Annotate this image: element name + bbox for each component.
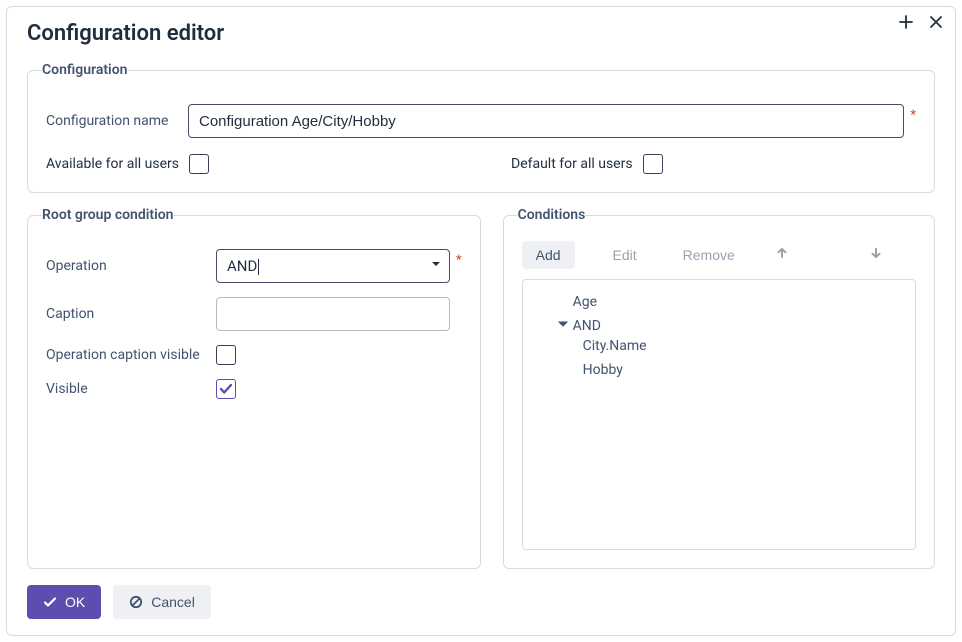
tree-item-city-name[interactable]: City.Name	[577, 334, 907, 358]
move-up-icon[interactable]	[773, 244, 791, 266]
configuration-panel: Configuration Configuration name * Avail…	[27, 62, 935, 193]
root-group-condition-panel: Root group condition Operation AND * Cap…	[27, 207, 481, 569]
required-star: *	[910, 108, 916, 123]
conditions-toolbar: Add Edit Remove	[522, 241, 916, 269]
cancel-button[interactable]: Cancel	[113, 585, 211, 619]
configuration-legend: Configuration	[42, 62, 127, 78]
default-all-users-checkbox[interactable]	[643, 154, 663, 174]
configuration-name-input[interactable]	[188, 104, 904, 138]
tree-item-hobby[interactable]: Hobby	[577, 358, 907, 382]
tree-item-age[interactable]: Age	[551, 290, 907, 314]
available-all-users-checkbox[interactable]	[189, 154, 209, 174]
dialog-footer: OK Cancel	[27, 585, 935, 619]
op-caption-visible-label: Operation caption visible	[46, 347, 216, 363]
required-star: *	[456, 253, 462, 268]
dialog-title: Configuration editor	[27, 21, 224, 46]
expander-icon[interactable]	[557, 318, 569, 334]
ok-button-label: OK	[65, 594, 85, 610]
conditions-panel: Conditions Add Edit Remove Age	[503, 207, 935, 569]
caption-label: Caption	[46, 306, 216, 322]
visible-checkbox[interactable]	[216, 379, 236, 399]
configuration-editor-dialog: Configuration editor Configuration Confi…	[6, 6, 956, 636]
ok-button[interactable]: OK	[27, 585, 101, 619]
configuration-name-label: Configuration name	[46, 113, 188, 129]
add-button[interactable]: Add	[522, 241, 575, 269]
dialog-header: Configuration editor	[27, 17, 935, 52]
operation-select-value: AND	[227, 257, 259, 275]
move-down-icon[interactable]	[867, 244, 885, 266]
operation-label: Operation	[46, 258, 216, 274]
edit-button[interactable]: Edit	[605, 243, 645, 267]
conditions-legend: Conditions	[518, 207, 586, 223]
default-all-users-label: Default for all users	[511, 156, 633, 172]
tree-item-and[interactable]: AND City.Name Hobby	[551, 314, 907, 386]
caption-input[interactable]	[216, 297, 450, 331]
available-all-users-label: Available for all users	[46, 156, 179, 172]
remove-button[interactable]: Remove	[675, 243, 743, 267]
conditions-tree: Age AND City.Name	[522, 279, 916, 550]
close-icon[interactable]	[927, 13, 945, 31]
operation-select[interactable]: AND	[216, 249, 450, 283]
plus-icon[interactable]	[897, 13, 915, 31]
root-group-legend: Root group condition	[42, 207, 173, 223]
visible-label: Visible	[46, 381, 216, 397]
op-caption-visible-checkbox[interactable]	[216, 345, 236, 365]
cancel-button-label: Cancel	[151, 594, 195, 610]
